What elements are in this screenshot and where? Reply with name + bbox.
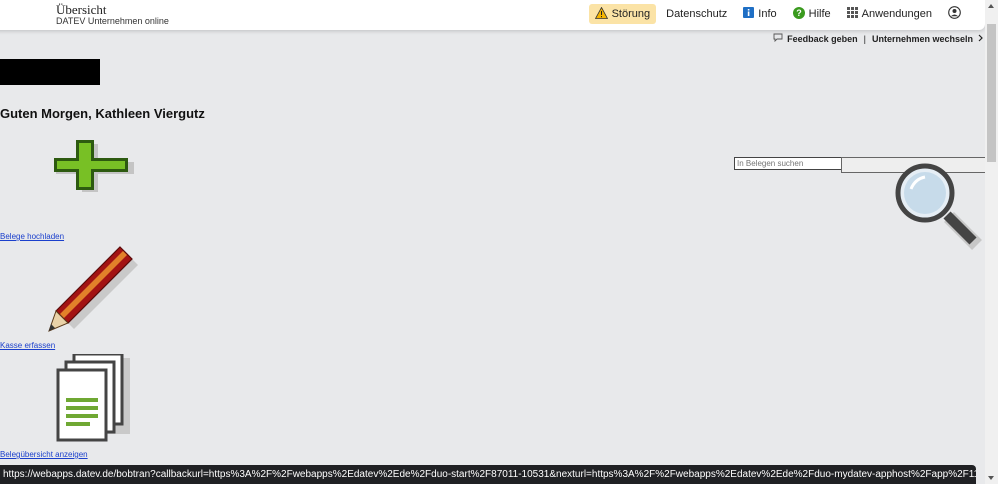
scroll-down-icon[interactable] bbox=[988, 476, 994, 480]
info-label: Info bbox=[758, 8, 777, 20]
link-status-bar: https://webapps.datev.de/bobtran?callbac… bbox=[0, 465, 976, 484]
anwendungen-button[interactable]: Anwendungen bbox=[841, 4, 938, 24]
cash-link[interactable]: Kasse erfassen bbox=[0, 341, 55, 350]
upload-link[interactable]: Belege hochladen bbox=[0, 232, 64, 241]
chevron-right-icon bbox=[978, 34, 983, 44]
header-nav: Störung Datenschutz Info ? Hilfe Anwendu… bbox=[585, 3, 967, 25]
documents-icon[interactable] bbox=[56, 354, 138, 444]
user-icon bbox=[948, 6, 961, 22]
info-icon bbox=[743, 7, 755, 21]
datenschutz-label: Datenschutz bbox=[666, 8, 728, 20]
scroll-up-icon[interactable] bbox=[988, 4, 994, 8]
anwendungen-label: Anwendungen bbox=[861, 8, 932, 20]
hilfe-button[interactable]: ? Hilfe bbox=[787, 4, 837, 24]
pencil-icon[interactable] bbox=[46, 245, 138, 335]
stoerung-label: Störung bbox=[611, 8, 651, 20]
overview-link[interactable]: Belegübersicht anzeigen bbox=[0, 450, 88, 459]
separator: | bbox=[863, 33, 866, 44]
app-subtitle: DATEV Unternehmen online bbox=[56, 16, 169, 26]
feedback-icon bbox=[773, 33, 783, 44]
plus-icon[interactable] bbox=[52, 140, 134, 196]
switch-company-link[interactable]: Unternehmen wechseln bbox=[872, 34, 973, 44]
user-menu-button[interactable] bbox=[942, 4, 967, 24]
stoerung-button[interactable]: Störung bbox=[588, 4, 657, 24]
grid-icon bbox=[846, 7, 858, 21]
warning-icon bbox=[594, 6, 608, 22]
greeting-heading: Guten Morgen, Kathleen Viergutz bbox=[0, 106, 205, 121]
datenschutz-link[interactable]: Datenschutz bbox=[660, 4, 733, 24]
scrollbar-thumb[interactable] bbox=[987, 24, 996, 162]
vertical-scrollbar[interactable] bbox=[985, 0, 998, 484]
svg-text:?: ? bbox=[796, 8, 802, 18]
magnifier-icon[interactable] bbox=[893, 161, 985, 253]
redacted-block bbox=[0, 59, 100, 85]
help-icon: ? bbox=[792, 6, 805, 22]
top-header: Übersicht DATEV Unternehmen online Störu… bbox=[0, 0, 985, 30]
hilfe-label: Hilfe bbox=[808, 8, 831, 20]
feedback-bar: Feedback geben | Unternehmen wechseln bbox=[773, 33, 983, 44]
feedback-link[interactable]: Feedback geben bbox=[787, 34, 858, 44]
info-button[interactable]: Info bbox=[737, 4, 782, 24]
search-input[interactable] bbox=[734, 157, 844, 170]
